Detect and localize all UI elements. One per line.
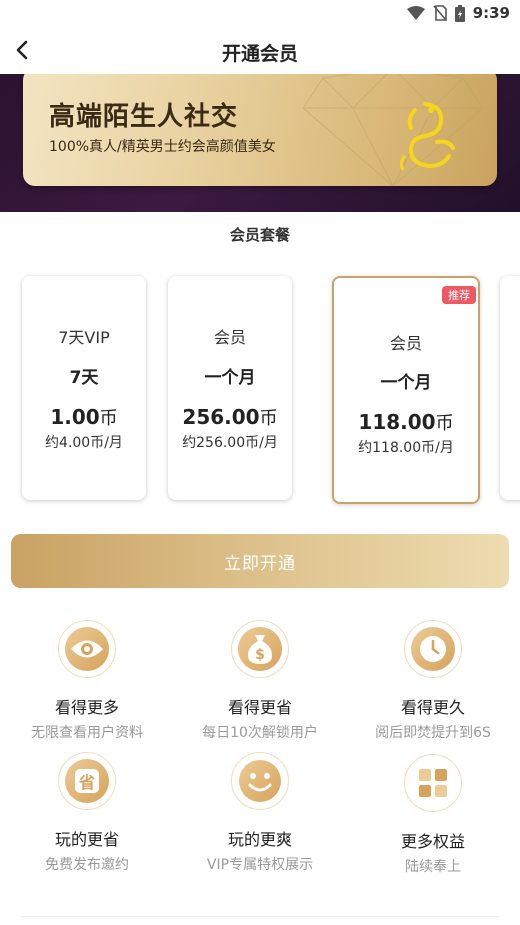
plan-price-value: 118.00	[358, 410, 436, 434]
benefit-item: 看得更久 阅后即焚提升到6S	[346, 620, 520, 742]
benefit-subtitle: VIP专属特权展示	[206, 857, 314, 873]
benefit-icon-circle	[411, 627, 455, 671]
benefit-item: 省 玩的更省 免费发布邀约	[0, 752, 174, 874]
benefit-title: 看得更久	[400, 698, 465, 717]
hero-card: 高端陌生人社交 100%真人/精英男士约会高颜值美女	[23, 74, 497, 186]
plan-name: 会员	[389, 334, 422, 353]
smile-icon	[239, 760, 281, 802]
benefit-subtitle: 每日10次解锁用户	[202, 725, 318, 741]
benefit-item: 更多权益 陆续奉上	[346, 754, 520, 876]
plan-price-unit: 币	[259, 408, 278, 429]
plan-monthly: 约4.00币/月	[45, 435, 123, 451]
plan-list: 7天VIP 7天 1.00币 约4.00币/月 会员 一个月 256.00币 约…	[0, 276, 520, 504]
nav-bar: 开通会员	[0, 26, 520, 74]
plan-monthly: 约256.00币/月	[182, 435, 278, 451]
status-time: 9:39	[472, 4, 510, 22]
benefit-subtitle: 无限查看用户资料	[31, 725, 143, 741]
status-bar: 9:39	[0, 0, 520, 26]
benefit-icon-ring	[58, 620, 116, 678]
grid-icon	[419, 769, 447, 797]
benefit-icon-circle: 省	[65, 759, 109, 803]
benefit-item: 玩的更爽 VIP专属特权展示	[173, 752, 347, 874]
plan-duration: 一个月	[204, 368, 256, 388]
benefit-subtitle: 免费发布邀约	[45, 857, 129, 873]
benefit-subtitle: 陆续奉上	[405, 859, 461, 875]
benefit-title: 玩的更爽	[227, 830, 292, 849]
plan-monthly: 约118.00币/月	[358, 440, 454, 456]
benefit-item: 看得更多 无限查看用户资料	[0, 620, 174, 742]
benefit-title: 玩的更省	[54, 830, 119, 849]
save-glyph: 省	[78, 773, 95, 792]
hero-title: 高端陌生人社交	[49, 102, 239, 132]
benefit-icon-ring	[404, 620, 462, 678]
money-glyph: $	[255, 647, 265, 663]
hero-banner: 高端陌生人社交 100%真人/精英男士约会高颜值美女	[0, 74, 520, 212]
open-membership-button[interactable]: 立即开通	[11, 534, 509, 588]
plan-card-month-256[interactable]: 会员 一个月 256.00币 约256.00币/月	[168, 276, 292, 500]
benefit-title: 看得更多	[54, 698, 119, 717]
plan-price: 256.00币	[168, 404, 292, 430]
plan-card-month-118[interactable]: 推荐 会员 一个月 118.00币 约118.00币/月	[332, 276, 480, 504]
plan-name: 会员	[213, 328, 246, 347]
benefit-icon-ring	[404, 754, 462, 812]
recommend-badge: 推荐	[442, 286, 476, 304]
plan-price-value: 1.00	[50, 405, 100, 429]
plan-price-unit: 币	[435, 413, 454, 434]
money-bag-icon: $	[247, 635, 273, 664]
clock-icon	[420, 636, 446, 662]
plan-card-partial[interactable]	[500, 276, 520, 500]
benefit-icon-ring: $	[231, 620, 289, 678]
no-sim-icon	[433, 5, 447, 21]
dragon-logo-icon	[399, 102, 455, 171]
section-title: 会员套餐	[229, 226, 290, 244]
benefit-icon-circle	[238, 759, 282, 803]
benefit-icon-ring	[231, 752, 289, 810]
page-title: 开通会员	[221, 43, 298, 65]
plan-duration: 7天	[69, 368, 99, 388]
plan-price-value: 256.00	[182, 405, 260, 429]
benefit-subtitle: 阅后即焚提升到6S	[375, 725, 491, 741]
hero-subtitle: 100%真人/精英男士约会高颜值美女	[49, 139, 276, 155]
plan-price: 1.00币	[22, 404, 146, 430]
wifi-icon	[406, 6, 425, 20]
plan-price-unit: 币	[99, 408, 118, 429]
plan-name: 7天VIP	[58, 328, 110, 347]
battery-icon	[454, 4, 465, 22]
benefit-icon-circle	[411, 761, 455, 805]
eye-icon	[71, 640, 103, 658]
benefit-icon-circle	[65, 627, 109, 671]
plan-duration: 一个月	[380, 373, 432, 393]
plan-card-7day[interactable]: 7天VIP 7天 1.00币 约4.00币/月	[22, 276, 146, 500]
save-icon: 省	[75, 769, 99, 793]
benefit-item: $ 看得更省 每日10次解锁用户	[173, 620, 347, 742]
plan-price: 118.00币	[334, 409, 478, 435]
benefit-icon-circle: $	[238, 627, 282, 671]
benefit-icon-ring: 省	[58, 752, 116, 810]
benefit-title: 看得更省	[227, 698, 292, 717]
benefit-title: 更多权益	[400, 832, 465, 851]
